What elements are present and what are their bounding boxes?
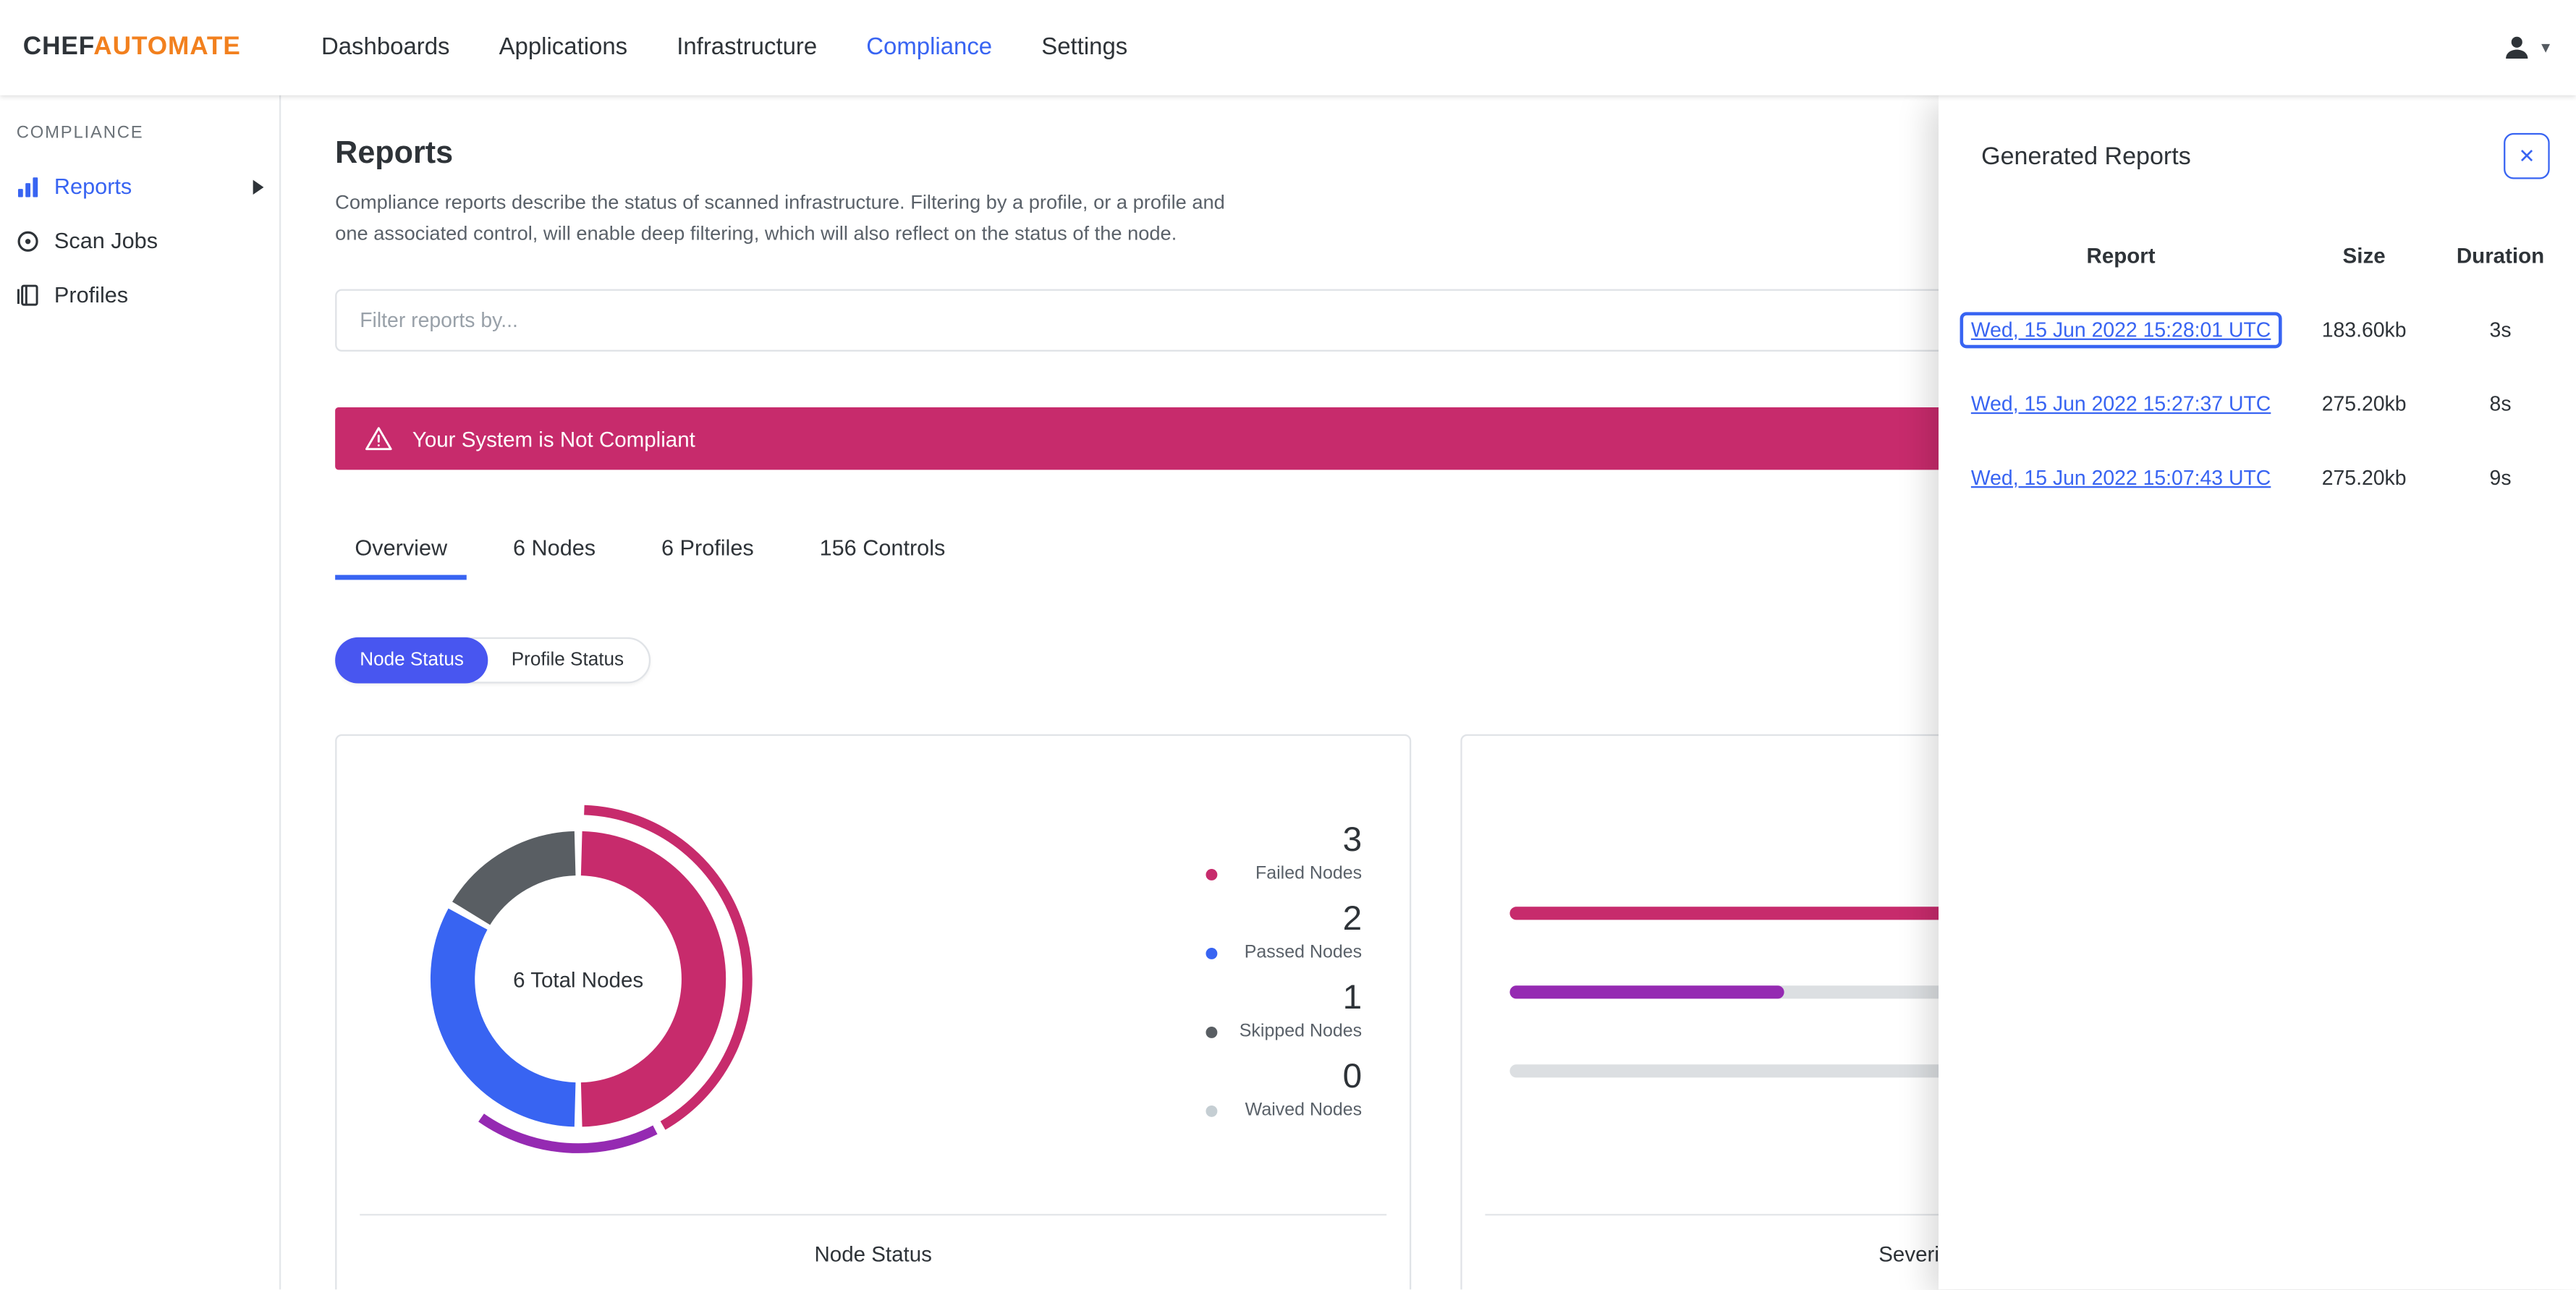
skipped-dot-icon: [1206, 1026, 1218, 1038]
report-link[interactable]: Wed, 15 Jun 2022 15:27:37 UTC: [1971, 391, 2271, 415]
failed-dot-icon: [1206, 868, 1218, 880]
node-status-toggle[interactable]: Node Status: [335, 637, 488, 684]
legend-waived-nodes: 0 Waived Nodes: [1206, 1058, 1362, 1123]
scan-target-icon: [17, 229, 40, 253]
report-duration: 3s: [2489, 318, 2512, 341]
tab-controls[interactable]: 156 Controls: [800, 536, 965, 580]
sidebar-section-label: COMPLIANCE: [16, 123, 144, 143]
profile-status-toggle[interactable]: Profile Status: [487, 637, 648, 684]
report-duration: 9s: [2489, 465, 2512, 489]
legend-skipped-nodes: 1 Skipped Nodes: [1206, 980, 1362, 1044]
report-link[interactable]: Wed, 15 Jun 2022 15:28:01 UTC: [1959, 311, 2283, 348]
report-size: 183.60kb: [2321, 318, 2407, 341]
passed-count: 2: [1342, 900, 1363, 938]
close-icon: ✕: [2518, 144, 2535, 168]
brand-automate: AUTOMATE: [93, 33, 241, 61]
waived-label: Waived Nodes: [1245, 1100, 1363, 1121]
table-header-row: Report Size Duration: [1939, 232, 2576, 278]
user-menu[interactable]: ▼: [2501, 31, 2553, 64]
sidebar-item-scan-jobs[interactable]: Scan Jobs: [0, 213, 279, 268]
failed-label: Failed Nodes: [1255, 864, 1363, 884]
column-header-duration: Duration: [2456, 242, 2545, 267]
skipped-label: Skipped Nodes: [1239, 1022, 1363, 1042]
node-status-caption: Node Status: [814, 1242, 932, 1267]
passed-label: Passed Nodes: [1244, 943, 1363, 963]
nav-applications[interactable]: Applications: [475, 35, 653, 61]
column-header-report: Report: [2086, 242, 2156, 267]
table-row: Wed, 15 Jun 2022 15:07:43 UTC 275.20kb 9…: [1939, 440, 2576, 514]
table-row: Wed, 15 Jun 2022 15:27:37 UTC 275.20kb 8…: [1939, 366, 2576, 440]
status-toggle: Node Status Profile Status: [335, 637, 651, 684]
alert-text: Your System is Not Compliant: [412, 426, 695, 451]
tab-overview[interactable]: Overview: [335, 536, 467, 580]
node-status-card: 6 Total Nodes 3 Failed Nodes 2 Passed No…: [335, 734, 1412, 1290]
nav-settings[interactable]: Settings: [1017, 35, 1152, 61]
profiles-book-icon: [17, 284, 40, 307]
brand-chef: CHEF: [22, 33, 94, 61]
card-divider: [360, 1214, 1387, 1216]
bar-chart-icon: [17, 175, 40, 198]
generated-reports-table: Report Size Duration Wed, 15 Jun 2022 15…: [1939, 232, 2576, 514]
waived-dot-icon: [1206, 1105, 1218, 1117]
column-header-size: Size: [2342, 242, 2386, 267]
top-nav: CHEFAUTOMATE Dashboards Applications Inf…: [0, 0, 2576, 96]
chevron-right-icon: [251, 179, 264, 195]
legend-passed-nodes: 2 Passed Nodes: [1206, 901, 1362, 965]
skipped-count: 1: [1342, 979, 1363, 1017]
nav-infrastructure[interactable]: Infrastructure: [652, 35, 842, 61]
report-size: 275.20kb: [2321, 391, 2407, 415]
sidebar-item-label: Reports: [54, 174, 132, 199]
user-icon: [2501, 31, 2533, 64]
chevron-down-icon: ▼: [2538, 39, 2554, 56]
app-root: CHEFAUTOMATE Dashboards Applications Inf…: [0, 0, 2576, 1290]
report-duration: 8s: [2489, 391, 2512, 415]
node-status-legend: 3 Failed Nodes 2 Passed Nodes 1 Skipped …: [1206, 822, 1362, 1137]
sidebar-item-label: Scan Jobs: [54, 228, 158, 253]
report-link[interactable]: Wed, 15 Jun 2022 15:07:43 UTC: [1971, 466, 2271, 489]
tab-profiles[interactable]: 6 Profiles: [642, 536, 774, 580]
primary-nav: Dashboards Applications Infrastructure C…: [297, 35, 1152, 61]
sidebar-item-label: Profiles: [54, 282, 129, 307]
report-size: 275.20kb: [2321, 465, 2407, 489]
waived-count: 0: [1342, 1058, 1363, 1096]
passed-dot-icon: [1206, 947, 1218, 959]
failed-count: 3: [1342, 821, 1363, 860]
panel-title: Generated Reports: [1981, 143, 2191, 171]
node-status-donut-chart: 6 Total Nodes: [384, 786, 772, 1174]
nav-compliance[interactable]: Compliance: [842, 35, 1017, 61]
nav-dashboards[interactable]: Dashboards: [297, 35, 475, 61]
sidebar-item-reports[interactable]: Reports: [0, 159, 279, 213]
generated-reports-panel: Generated Reports ✕ Report Size Duration…: [1939, 95, 2576, 1290]
close-panel-button[interactable]: ✕: [2504, 132, 2550, 179]
sidebar-item-profiles[interactable]: Profiles: [0, 268, 279, 322]
warning-triangle-icon: [365, 425, 393, 451]
table-row: Wed, 15 Jun 2022 15:28:01 UTC 183.60kb 3…: [1939, 292, 2576, 366]
tab-nodes[interactable]: 6 Nodes: [493, 536, 616, 580]
severity-bar-major: [1509, 985, 1784, 999]
legend-failed-nodes: 3 Failed Nodes: [1206, 822, 1362, 886]
brand-logo[interactable]: CHEFAUTOMATE: [23, 33, 241, 62]
compliance-sidebar: COMPLIANCE Reports Scan Jobs Profiles: [0, 95, 281, 1290]
